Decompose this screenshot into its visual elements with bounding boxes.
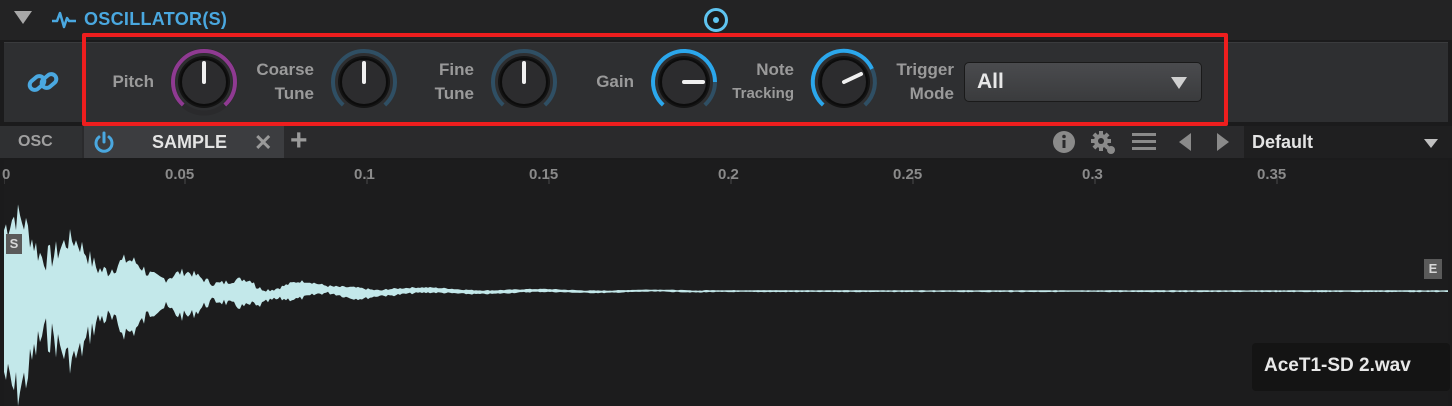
ruler-tick: 0.2 (718, 166, 739, 183)
preset-dropdown[interactable]: Default (1244, 126, 1452, 158)
oscillator-tabbar: OSC SAMPLE ✕ + Default (0, 126, 1452, 158)
waveform (4, 204, 1448, 406)
time-ruler: 0 0.05 0.1 0.15 0.2 0.25 0.3 0.35 (2, 160, 1448, 184)
ruler-tick: 0.1 (354, 166, 375, 183)
target-icon[interactable] (704, 8, 728, 32)
highlight-annotation (82, 33, 1228, 126)
ruler-tick: 0.05 (165, 166, 195, 183)
close-icon[interactable]: ✕ (254, 130, 272, 156)
file-name: AceT1-SD 2.wav (1264, 355, 1411, 376)
sample-waveform-view[interactable]: 0 0.05 0.1 0.15 0.2 0.25 0.3 0.35 (2, 160, 1448, 406)
waveform-shape (4, 204, 1448, 406)
ruler-tick: 0 (2, 166, 11, 183)
start-marker[interactable]: S (6, 234, 22, 254)
file-name-badge: AceT1-SD 2.wav (1252, 343, 1450, 391)
preset-label: Default (1252, 132, 1314, 152)
link-icon[interactable] (26, 65, 60, 99)
ruler-tick: 0.25 (893, 166, 923, 183)
chevron-down-icon (1424, 139, 1438, 148)
previous-icon[interactable] (1176, 130, 1194, 154)
ruler-tick: 0.15 (529, 166, 559, 183)
add-tab-icon[interactable]: + (290, 126, 308, 156)
ruler-tick: 0.35 (1257, 166, 1287, 183)
gear-icon[interactable] (1090, 130, 1118, 156)
tab-osc[interactable]: OSC (0, 126, 82, 158)
waveform-icon (52, 11, 76, 29)
end-marker[interactable]: E (1424, 259, 1442, 279)
info-icon[interactable] (1052, 130, 1076, 154)
menu-icon[interactable] (1132, 130, 1156, 154)
tab-sample-label: SAMPLE (152, 132, 228, 152)
ruler-tick: 0.3 (1082, 166, 1103, 183)
next-icon[interactable] (1214, 130, 1232, 154)
collapse-triangle-icon[interactable] (14, 11, 32, 24)
tab-osc-label: OSC (18, 133, 53, 150)
section-title[interactable]: OSCILLATOR(S) (84, 9, 227, 30)
power-icon[interactable] (92, 131, 116, 155)
